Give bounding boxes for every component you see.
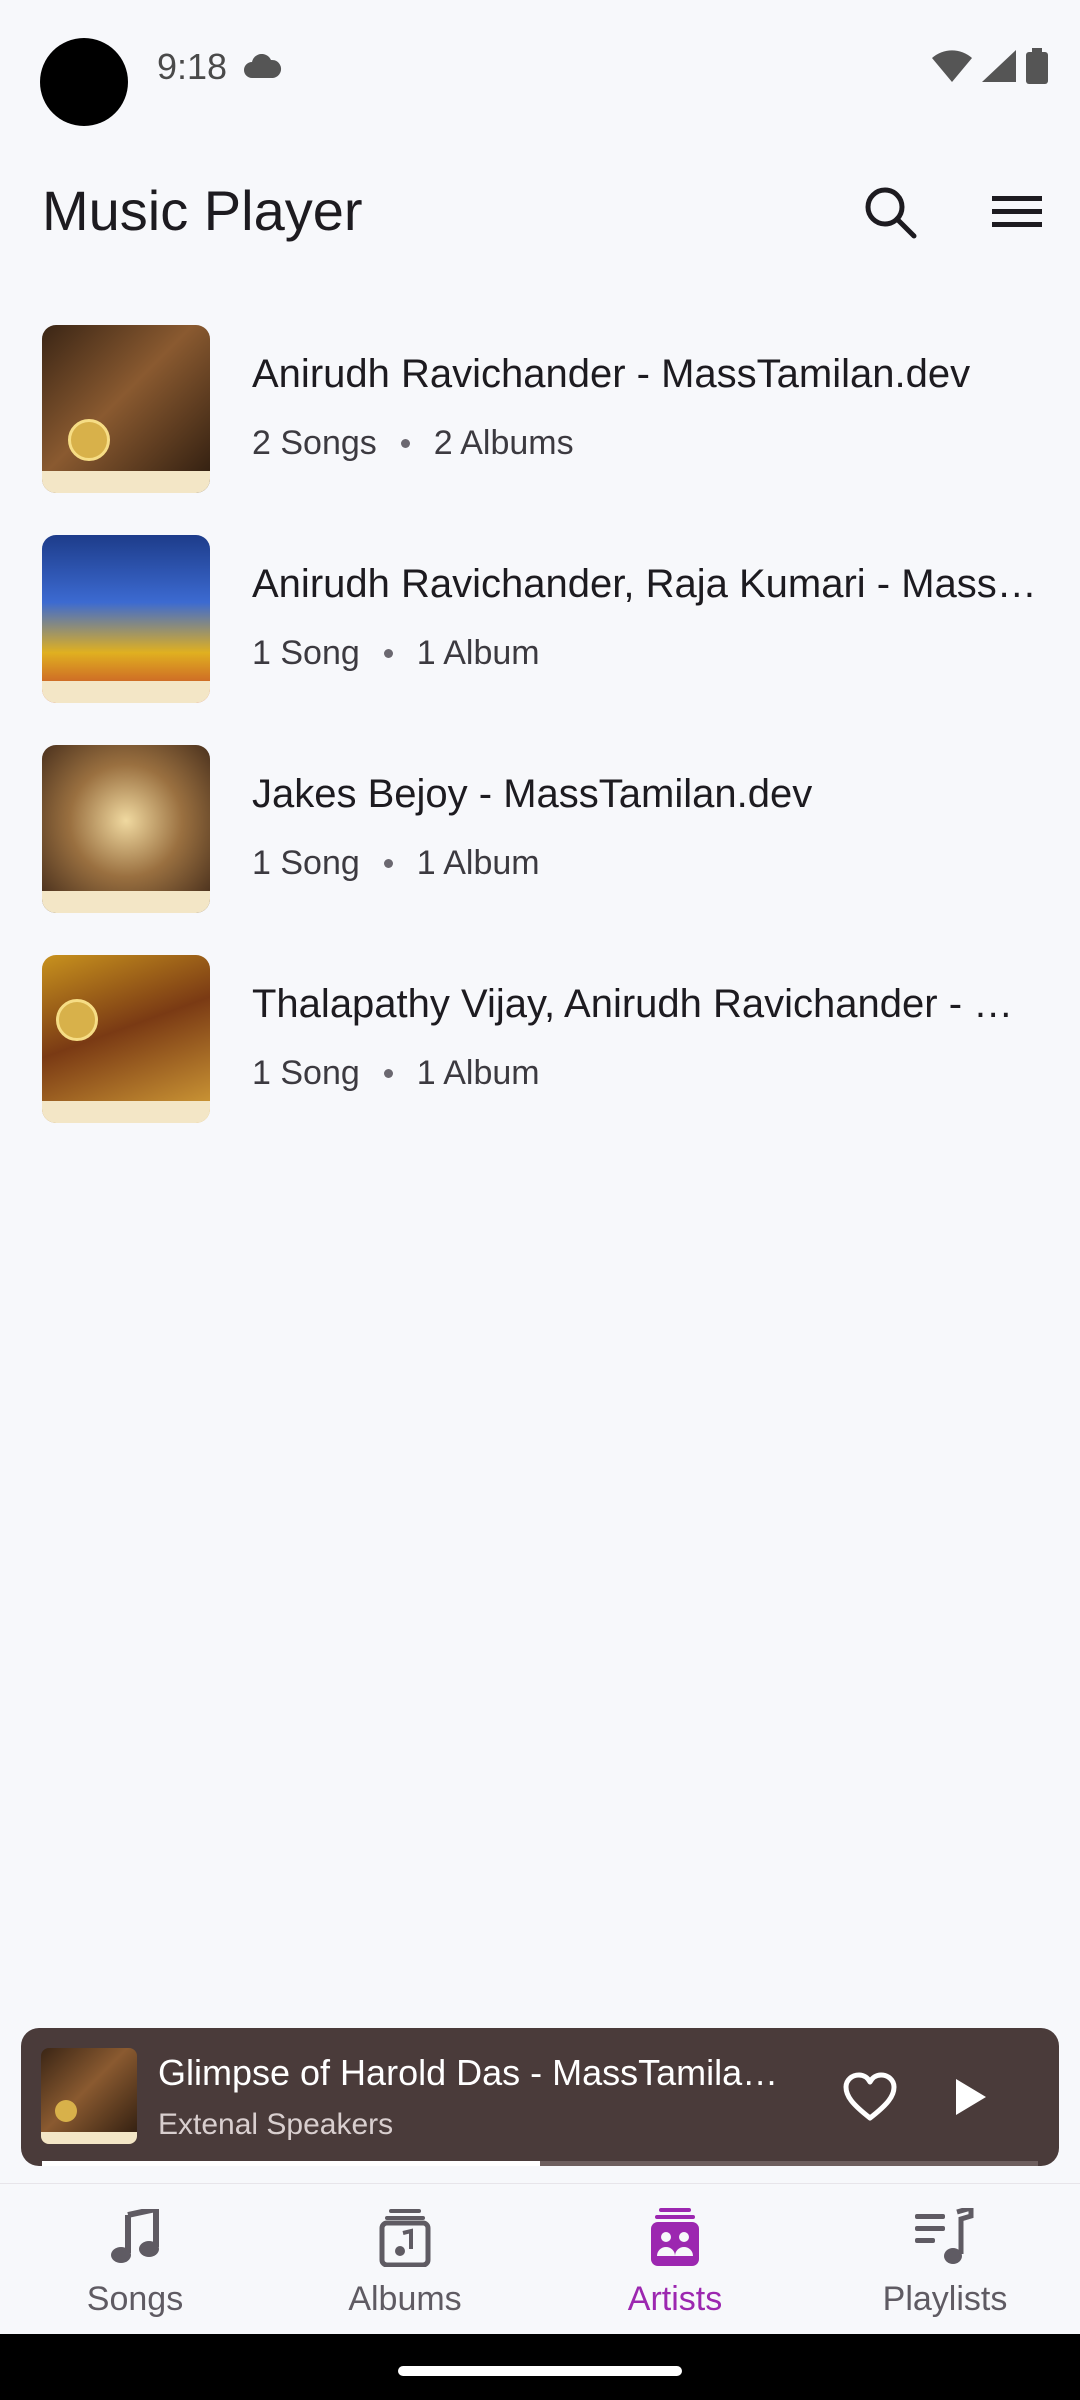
menu-button[interactable] [985, 180, 1049, 244]
mini-player[interactable]: Glimpse of Harold Das - MassTamilan.dev … [21, 2028, 1059, 2166]
now-playing-title: Glimpse of Harold Das - MassTamilan.dev [158, 2052, 798, 2093]
album-icon [379, 2209, 431, 2267]
song-count: 1 Song [252, 634, 360, 672]
progress-fill [42, 2161, 540, 2166]
signal-icon [982, 50, 1016, 82]
status-time: 9:18 [157, 46, 228, 87]
nav-songs[interactable]: Songs [0, 2184, 270, 2334]
artist-name: Jakes Bejoy - MassTamilan.dev [252, 772, 813, 816]
song-count: 1 Song [252, 1054, 360, 1092]
playback-progress[interactable] [42, 2161, 1038, 2166]
album-count: 2 Albums [433, 424, 574, 462]
artist-row[interactable]: Anirudh Ravichander - MassTamilan.dev 2 … [0, 316, 1080, 526]
gesture-bar [0, 2334, 1080, 2400]
artist-row[interactable]: Anirudh Ravichander, Raja Kumari - MassT… [0, 526, 1080, 736]
bottom-navigation: Songs Albums Artists Playlists [0, 2183, 1080, 2334]
artist-name: Thalapathy Vijay, Anirudh Ravichander - … [252, 982, 1042, 1026]
nav-label: Albums [348, 2280, 462, 2318]
app-bar: Music Player [0, 160, 1080, 260]
battery-icon [1026, 48, 1048, 84]
album-count: 1 Album [416, 844, 540, 882]
separator-dot [383, 1069, 393, 1078]
now-playing-artwork [41, 2048, 137, 2144]
nav-label: Playlists [882, 2280, 1008, 2318]
artist-artwork [42, 745, 210, 913]
artist-row[interactable]: Thalapathy Vijay, Anirudh Ravichander - … [0, 946, 1080, 1156]
artist-name: Anirudh Ravichander, Raja Kumari - MassT… [252, 562, 1042, 606]
heart-icon [843, 2072, 897, 2121]
artists-icon [651, 2208, 699, 2266]
separator-dot [383, 859, 393, 868]
home-gesture-handle[interactable] [398, 2366, 682, 2376]
search-button[interactable] [858, 180, 922, 244]
artist-artwork [42, 325, 210, 493]
nav-albums[interactable]: Albums [270, 2184, 540, 2334]
status-bar: 9:18 [0, 0, 1080, 136]
song-count: 1 Song [252, 844, 360, 882]
artist-list: Anirudh Ravichander - MassTamilan.dev 2 … [0, 316, 1080, 1156]
nav-label: Songs [86, 2280, 184, 2318]
menu-icon [992, 196, 1042, 227]
artist-row[interactable]: Jakes Bejoy - MassTamilan.dev 1 Song 1 A… [0, 736, 1080, 946]
separator-dot [400, 439, 410, 448]
separator-dot [383, 649, 393, 658]
song-count: 2 Songs [252, 424, 377, 462]
cloud-icon [244, 54, 281, 78]
artist-artwork [42, 535, 210, 703]
wifi-icon [932, 50, 972, 82]
play-icon [956, 2079, 986, 2115]
favorite-button[interactable] [835, 2062, 905, 2132]
nav-label: Artists [627, 2280, 723, 2318]
album-count: 1 Album [416, 634, 540, 672]
camera-cutout [40, 38, 128, 126]
play-button[interactable] [935, 2062, 1005, 2132]
playlist-icon [915, 2208, 974, 2264]
nav-playlists[interactable]: Playlists [810, 2184, 1080, 2334]
music-note-icon [111, 2209, 159, 2263]
artist-name: Anirudh Ravichander - MassTamilan.dev [252, 352, 971, 396]
artist-artwork [42, 955, 210, 1123]
nav-artists[interactable]: Artists [540, 2184, 810, 2334]
album-count: 1 Album [416, 1054, 540, 1092]
search-icon [865, 187, 917, 239]
output-device: Extenal Speakers [158, 2108, 394, 2141]
page-title: Music Player [42, 179, 363, 242]
